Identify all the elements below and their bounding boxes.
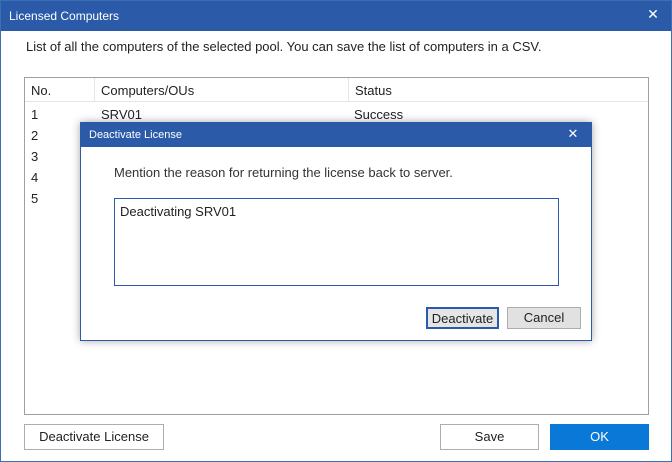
row-number: 2 (31, 128, 39, 143)
row-number: 5 (31, 191, 39, 206)
close-icon[interactable]: ✕ (565, 126, 581, 142)
row-computer: SRV01 (101, 107, 142, 122)
deactivate-license-button[interactable]: Deactivate License (24, 424, 164, 450)
window-titlebar[interactable]: Licensed Computers ✕ (1, 1, 671, 31)
deactivate-license-dialog: Deactivate License ✕ Mention the reason … (80, 122, 592, 341)
window-description: List of all the computers of the selecte… (26, 39, 542, 54)
row-status: Success (354, 107, 404, 122)
dialog-title: Deactivate License (89, 129, 182, 141)
row-number: 4 (31, 170, 39, 185)
column-header-no[interactable]: No. (25, 78, 95, 102)
cancel-button[interactable]: Cancel (507, 307, 581, 329)
dialog-titlebar[interactable]: Deactivate License ✕ (81, 123, 591, 147)
row-number: 1 (31, 107, 39, 122)
reason-textarea[interactable]: Deactivating SRV01 (114, 198, 559, 286)
column-header-status[interactable]: Status (349, 78, 649, 102)
licensed-computers-window: Licensed Computers ✕ List of all the com… (0, 0, 672, 462)
window-title: Licensed Computers (9, 9, 120, 23)
dialog-prompt: Mention the reason for returning the lic… (114, 165, 453, 180)
save-button[interactable]: Save (440, 424, 539, 450)
ok-button[interactable]: OK (550, 424, 649, 450)
list-header: No. Computers/OUs Status (25, 78, 648, 102)
column-header-computers[interactable]: Computers/OUs (95, 78, 349, 102)
row-number: 3 (31, 149, 39, 164)
deactivate-button[interactable]: Deactivate (426, 307, 499, 329)
close-icon[interactable]: ✕ (645, 6, 661, 22)
